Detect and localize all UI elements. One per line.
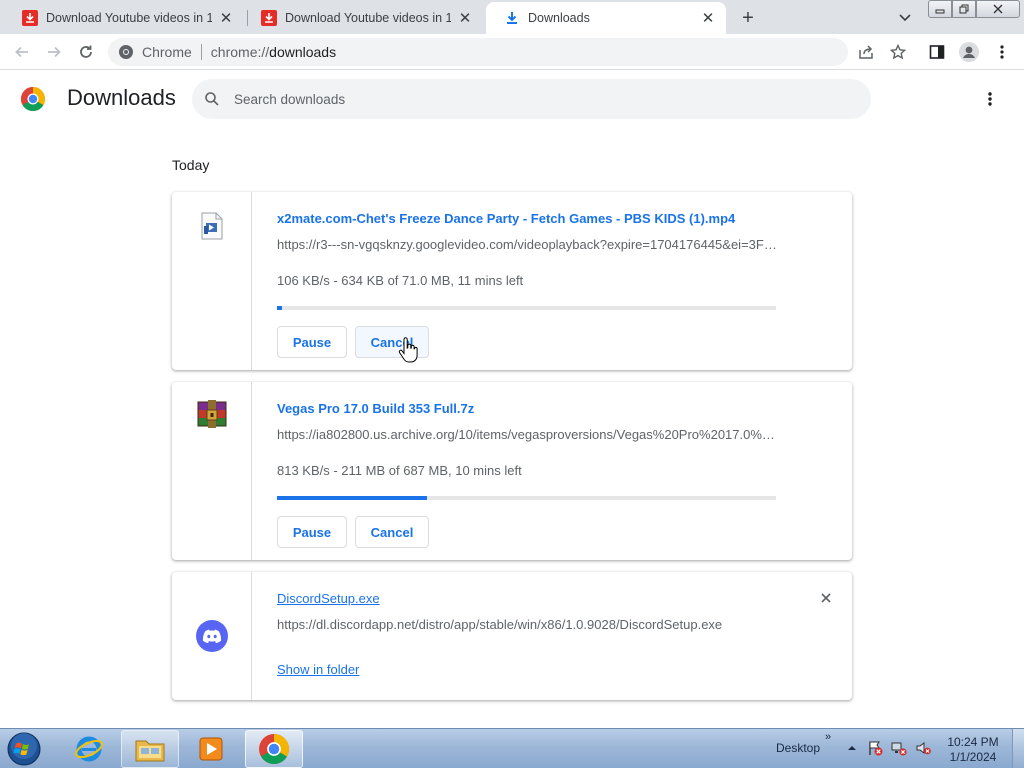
clock-time: 10:24 PM xyxy=(947,735,999,749)
download-source-url: https://dl.discordapp.net/distro/app/sta… xyxy=(277,617,723,632)
download-progress-bar xyxy=(277,496,776,500)
show-desktop-button[interactable] xyxy=(1012,729,1024,768)
download-item: Vegas Pro 17.0 Build 353 Full.7z https:/… xyxy=(172,382,852,560)
browser-menu-icon[interactable] xyxy=(990,40,1014,64)
tab-search-chevron-icon[interactable] xyxy=(895,8,915,28)
windows-taskbar: Desktop » 10:24 PM 1/1/2024 xyxy=(0,728,1024,768)
browser-toolbar: Chrome chrome://downloads xyxy=(0,34,1024,70)
close-window-icon[interactable] xyxy=(976,0,1020,18)
search-downloads-box[interactable] xyxy=(192,79,871,119)
file-icon-column xyxy=(172,572,252,700)
file-icon-column xyxy=(172,192,252,370)
folder-icon xyxy=(135,740,165,762)
download-progress-bar xyxy=(277,306,776,310)
omnibox-divider xyxy=(200,44,202,60)
pause-button[interactable]: Pause xyxy=(277,326,347,358)
pause-button[interactable]: Pause xyxy=(277,516,347,548)
download-progress-fill xyxy=(277,496,427,500)
tab-strip: Download Youtube videos in 1080p ✕ Downl… xyxy=(0,0,1024,34)
tab-youtube-downloader-2[interactable]: Download Youtube videos in 1080p ✕ xyxy=(243,2,483,34)
download-site-favicon-icon xyxy=(22,10,38,26)
url-host: downloads xyxy=(269,44,337,60)
site-chip[interactable]: Chrome xyxy=(118,44,192,60)
cancel-button[interactable]: Cancel xyxy=(355,516,429,548)
taskbar-google-chrome[interactable] xyxy=(245,730,303,768)
show-hidden-icons-arrow-icon[interactable] xyxy=(843,739,861,757)
clock-date: 1/1/2024 xyxy=(949,750,997,764)
download-site-favicon-icon xyxy=(261,10,277,26)
back-arrow-icon[interactable] xyxy=(10,40,34,64)
forward-arrow-icon[interactable] xyxy=(42,40,66,64)
download-status: 106 KB/s - 634 KB of 71.0 MB, 11 mins le… xyxy=(277,273,524,288)
page-title: Downloads xyxy=(67,85,176,110)
tab-title: Downloads xyxy=(528,11,590,25)
download-item: DiscordSetup.exe https://dl.discordapp.n… xyxy=(172,572,852,700)
address-bar[interactable]: Chrome chrome://downloads xyxy=(108,38,848,66)
taskbar-file-explorer[interactable] xyxy=(121,730,179,768)
chrome-taskbar-icon xyxy=(259,734,289,764)
side-panel-icon[interactable] xyxy=(925,40,949,64)
download-source-url: https://ia802800.us.archive.org/10/items… xyxy=(277,427,777,442)
tab-close-icon[interactable]: ✕ xyxy=(700,10,716,27)
file-icon-column xyxy=(172,382,252,560)
tab-youtube-downloader-1[interactable]: Download Youtube videos in 1080p ✕ xyxy=(4,2,244,34)
download-file-name[interactable]: x2mate.com-Chet's Freeze Dance Party - F… xyxy=(277,211,735,226)
show-in-folder-link[interactable]: Show in folder xyxy=(277,662,359,677)
start-button[interactable] xyxy=(4,730,44,768)
downloads-header: Downloads xyxy=(0,71,1024,127)
download-item: x2mate.com-Chet's Freeze Dance Party - F… xyxy=(172,192,852,370)
volume-muted-icon[interactable] xyxy=(914,739,932,757)
tab-downloads[interactable]: Downloads ✕ xyxy=(486,2,726,34)
bookmark-star-icon[interactable] xyxy=(886,40,910,64)
system-clock[interactable]: 10:24 PM 1/1/2024 xyxy=(940,735,1006,765)
toolbar-chevron-icon[interactable]: » xyxy=(825,731,831,743)
restore-window-icon[interactable] xyxy=(952,0,976,18)
cancel-button[interactable]: Cancel xyxy=(355,326,429,358)
profile-avatar-icon[interactable] xyxy=(957,40,981,64)
download-file-name[interactable]: Vegas Pro 17.0 Build 353 Full.7z xyxy=(277,401,474,416)
network-disconnected-icon[interactable] xyxy=(890,739,908,757)
desktop-toolbar-label[interactable]: Desktop xyxy=(776,741,820,755)
taskbar-internet-explorer[interactable] xyxy=(60,730,118,768)
discord-icon xyxy=(196,620,228,652)
download-source-url: https://r3---sn-vgqsknzy.googlevideo.com… xyxy=(277,237,777,252)
url-scheme: chrome:// xyxy=(210,44,270,60)
search-input[interactable] xyxy=(234,91,834,107)
chrome-page-icon xyxy=(119,45,133,59)
download-status: 813 KB/s - 211 MB of 687 MB, 10 mins lef… xyxy=(277,463,522,478)
action-center-flag-icon[interactable] xyxy=(866,739,884,757)
download-file-name[interactable]: DiscordSetup.exe xyxy=(277,591,380,606)
tab-title: Download Youtube videos in 1080p xyxy=(46,11,212,25)
video-file-icon xyxy=(196,210,228,242)
taskbar-media-player[interactable] xyxy=(182,730,240,768)
share-icon[interactable] xyxy=(854,40,878,64)
download-progress-fill xyxy=(277,306,282,310)
internet-explorer-icon xyxy=(75,736,103,762)
tab-title: Download Youtube videos in 1080p xyxy=(285,11,451,25)
site-chip-label: Chrome xyxy=(142,44,192,60)
chrome-logo-icon xyxy=(21,87,45,111)
more-actions-icon[interactable] xyxy=(978,87,1002,111)
remove-from-list-close-icon[interactable] xyxy=(816,588,836,608)
media-player-icon xyxy=(199,737,223,761)
tab-close-icon[interactable]: ✕ xyxy=(218,10,234,27)
download-arrow-icon xyxy=(507,12,517,24)
search-icon xyxy=(205,92,219,106)
windows-start-orb-icon xyxy=(7,732,41,766)
date-section-label: Today xyxy=(172,157,210,173)
tab-close-icon[interactable]: ✕ xyxy=(457,10,473,27)
reload-icon[interactable] xyxy=(74,40,98,64)
new-tab-plus-icon[interactable]: + xyxy=(736,6,760,30)
minimize-window-icon[interactable] xyxy=(928,0,952,18)
winrar-archive-icon xyxy=(196,398,228,430)
